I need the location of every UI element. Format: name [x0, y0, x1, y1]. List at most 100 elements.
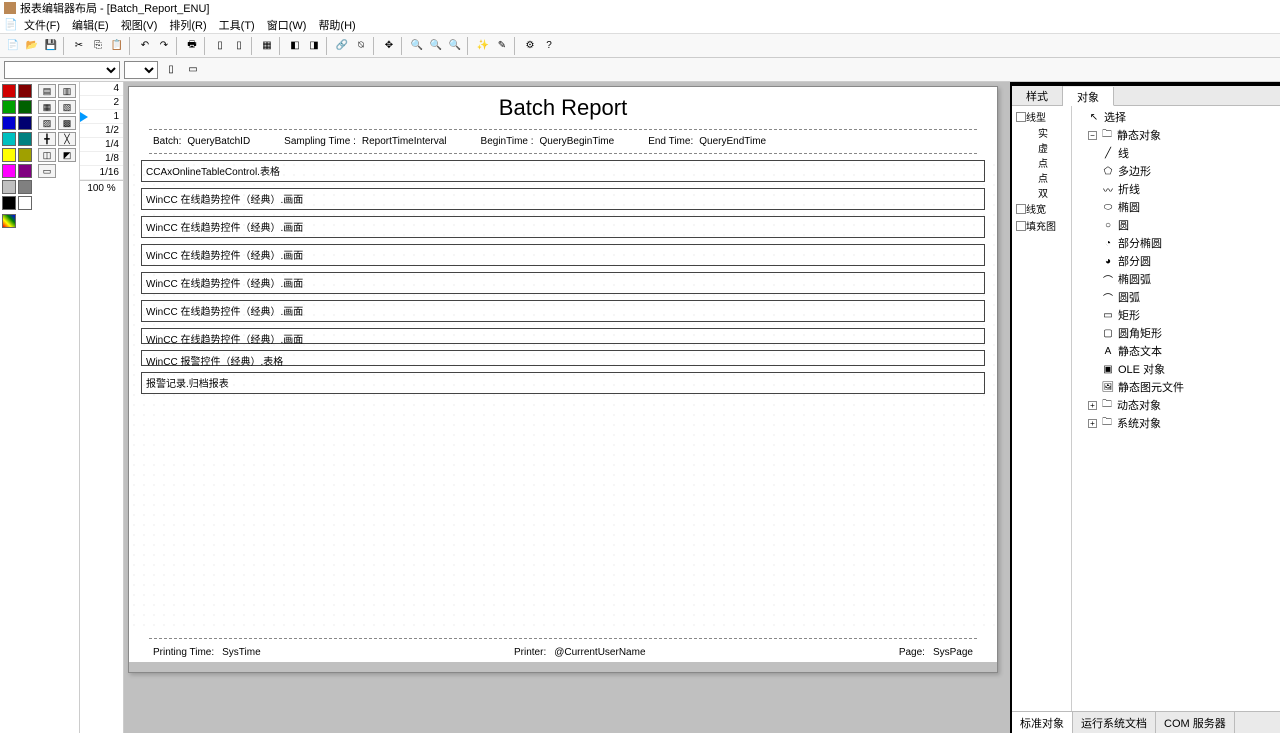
tab-style[interactable]: 样式	[1012, 86, 1063, 105]
color-swatch[interactable]	[2, 116, 16, 130]
tool-d2[interactable]: ╳	[58, 132, 76, 146]
style-dot[interactable]: 点	[1014, 155, 1069, 170]
color-swatch[interactable]	[2, 148, 16, 162]
obj-select[interactable]: ↖选择	[1074, 108, 1278, 126]
color-swatch[interactable]	[2, 180, 16, 194]
report-block[interactable]: CCAxOnlineTableControl.表格	[141, 160, 985, 182]
obj-system-group[interactable]: +🗀系统对象	[1074, 414, 1278, 432]
style-double[interactable]: 双	[1014, 185, 1069, 200]
color-swatch[interactable]	[18, 148, 32, 162]
color-swatch[interactable]	[18, 180, 32, 194]
color-swatch[interactable]	[18, 84, 32, 98]
style-linetype[interactable]: 线型	[1014, 108, 1069, 125]
tool-b1[interactable]: ▦	[38, 100, 56, 114]
zoom-step-1-8[interactable]: 1/8	[80, 152, 123, 166]
zoom-out-button[interactable]: 🔍	[427, 37, 445, 55]
paste-button[interactable]: 📋	[108, 37, 126, 55]
menu-edit[interactable]: 编辑(E)	[66, 15, 115, 35]
tool-c2[interactable]: ▩	[58, 116, 76, 130]
menu-arrange[interactable]: 排列(R)	[163, 15, 212, 35]
tool-f1[interactable]: ▭	[38, 164, 56, 178]
report-block[interactable]: WinCC 在线趋势控件（经典）.画面	[141, 328, 985, 344]
obj-polyline[interactable]: 〰折线	[1074, 180, 1278, 198]
menu-view[interactable]: 视图(V)	[115, 15, 164, 35]
obj-ellipse[interactable]: ⬭椭圆	[1074, 198, 1278, 216]
color-swatch[interactable]	[2, 132, 16, 146]
obj-rect[interactable]: ▭矩形	[1074, 306, 1278, 324]
style-dash[interactable]: 虚	[1014, 140, 1069, 155]
layout-2-button[interactable]: ◨	[305, 37, 323, 55]
grid-button[interactable]: ▦	[258, 37, 276, 55]
tool-d1[interactable]: ╋	[38, 132, 56, 146]
obj-round-rect[interactable]: ▢圆角矩形	[1074, 324, 1278, 342]
tool-e2[interactable]: ◩	[58, 148, 76, 162]
obj-metafile[interactable]: 🖼静态图元文件	[1074, 378, 1278, 396]
color-swatch[interactable]	[18, 132, 32, 146]
font-combo[interactable]	[4, 61, 120, 79]
expand-icon[interactable]: +	[1088, 419, 1097, 428]
report-block[interactable]: 报警记录.归档报表	[141, 372, 985, 394]
report-block[interactable]: WinCC 在线趋势控件（经典）.画面	[141, 244, 985, 266]
style-linewidth[interactable]: 线宽	[1014, 200, 1069, 217]
style-dot2[interactable]: 点	[1014, 170, 1069, 185]
zoom-step-1-16[interactable]: 1/16	[80, 166, 123, 180]
tab-standard-objects[interactable]: 标准对象	[1012, 712, 1073, 733]
color-swatch[interactable]	[18, 196, 32, 210]
color-swatch[interactable]	[2, 84, 16, 98]
printer-value[interactable]: @CurrentUserName	[554, 647, 645, 658]
zoom-step-1-4[interactable]: 1/4	[80, 138, 123, 152]
batch-value[interactable]: QueryBatchID	[187, 136, 250, 147]
tool-b2[interactable]: ▧	[58, 100, 76, 114]
custom-color-button[interactable]	[2, 214, 16, 228]
report-block[interactable]: WinCC 在线趋势控件（经典）.画面	[141, 300, 985, 322]
undo-button[interactable]: ↶	[136, 37, 154, 55]
orient-portrait-button[interactable]: ▯	[162, 61, 180, 79]
redo-button[interactable]: ↷	[155, 37, 173, 55]
report-title[interactable]: Batch Report	[129, 95, 997, 121]
align-left-button[interactable]: ▯	[211, 37, 229, 55]
obj-circle[interactable]: ○圆	[1074, 216, 1278, 234]
report-block[interactable]: WinCC 报警控件（经典）.表格	[141, 350, 985, 366]
obj-ellipse-arc[interactable]: ⌒椭圆弧	[1074, 270, 1278, 288]
link-button[interactable]: 🔗	[333, 37, 351, 55]
menu-tools[interactable]: 工具(T)	[213, 15, 261, 35]
obj-dynamic-group[interactable]: +🗀动态对象	[1074, 396, 1278, 414]
color-swatch[interactable]	[18, 116, 32, 130]
expand-icon[interactable]: +	[1088, 401, 1097, 410]
print-time-value[interactable]: SysTime	[222, 647, 261, 658]
color-swatch[interactable]	[2, 164, 16, 178]
menu-help[interactable]: 帮助(H)	[312, 15, 361, 35]
obj-partial-circle[interactable]: ◕部分圆	[1074, 252, 1278, 270]
zoom-step-1[interactable]: 1	[80, 110, 123, 124]
color-swatch[interactable]	[2, 100, 16, 114]
color-swatch[interactable]	[18, 164, 32, 178]
report-block[interactable]: WinCC 在线趋势控件（经典）.画面	[141, 188, 985, 210]
obj-polygon[interactable]: ⬠多边形	[1074, 162, 1278, 180]
report-block[interactable]: WinCC 在线趋势控件（经典）.画面	[141, 272, 985, 294]
obj-partial-ellipse[interactable]: ◔部分椭圆	[1074, 234, 1278, 252]
menu-window[interactable]: 窗口(W)	[261, 15, 313, 35]
begin-value[interactable]: QueryBeginTime	[540, 136, 615, 147]
zoom-step-2[interactable]: 2	[80, 96, 123, 110]
end-value[interactable]: QueryEndTime	[699, 136, 766, 147]
wand-button[interactable]: ✨	[474, 37, 492, 55]
collapse-icon[interactable]: −	[1088, 131, 1097, 140]
obj-ole[interactable]: ▣OLE 对象	[1074, 360, 1278, 378]
style-fill[interactable]: 填充图	[1014, 217, 1069, 234]
report-page[interactable]: Batch Report Batch: QueryBatchID Samplin…	[128, 86, 998, 673]
new-button[interactable]: 📄	[4, 37, 22, 55]
color-swatch[interactable]	[18, 100, 32, 114]
zoom-step-1-2[interactable]: 1/2	[80, 124, 123, 138]
cut-button[interactable]: ✂	[70, 37, 88, 55]
tool-c1[interactable]: ▨	[38, 116, 56, 130]
page-value[interactable]: SysPage	[933, 647, 973, 658]
obj-line[interactable]: ╱线	[1074, 144, 1278, 162]
layout-1-button[interactable]: ◧	[286, 37, 304, 55]
tool-e1[interactable]: ◫	[38, 148, 56, 162]
orient-landscape-button[interactable]: ▭	[184, 61, 202, 79]
design-canvas[interactable]: Batch Report Batch: QueryBatchID Samplin…	[124, 82, 1010, 733]
report-block[interactable]: WinCC 在线趋势控件（经典）.画面	[141, 216, 985, 238]
obj-arc[interactable]: ⌒圆弧	[1074, 288, 1278, 306]
menu-file[interactable]: 文件(F)	[18, 15, 66, 35]
style-solid[interactable]: 实	[1014, 125, 1069, 140]
